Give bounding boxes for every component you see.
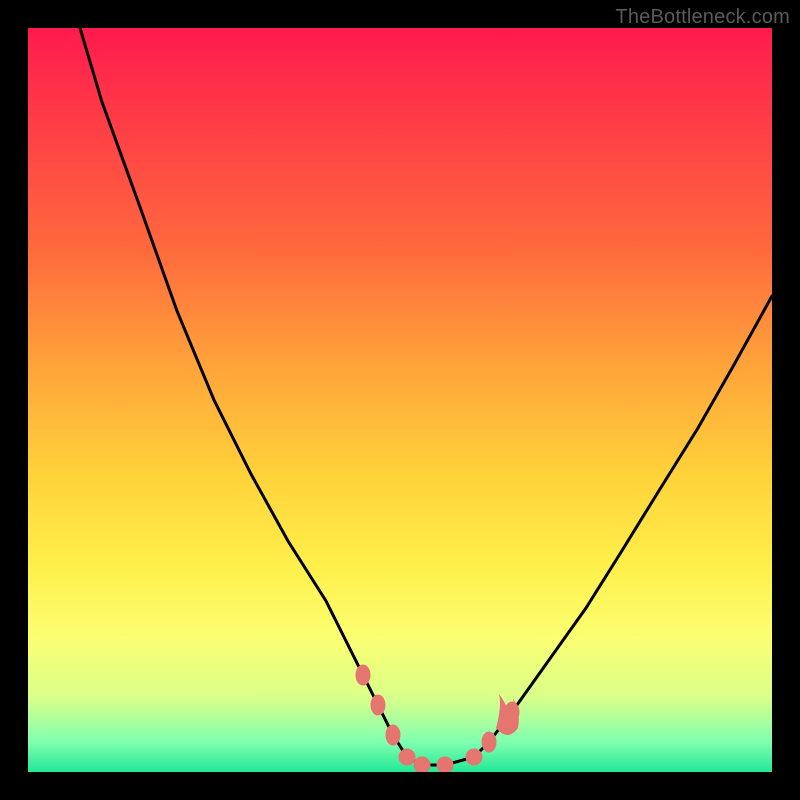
- watermark-text: TheBottleneck.com: [615, 6, 790, 29]
- pink-dot-icon: [399, 749, 415, 765]
- curve-layer: [28, 28, 772, 772]
- pink-dot-icon: [482, 732, 496, 752]
- bottleneck-curve: [80, 28, 772, 765]
- pink-dot-icon: [356, 665, 370, 685]
- gradient-plot-area: [28, 28, 772, 772]
- pink-dot-icon: [414, 757, 430, 772]
- chart-frame: TheBottleneck.com: [0, 0, 800, 800]
- pink-dot-icon: [437, 757, 453, 772]
- pink-dot-icon: [386, 725, 400, 745]
- pink-brush-icon: [496, 694, 519, 735]
- marker-group: [356, 665, 519, 772]
- pink-dot-icon: [466, 749, 482, 765]
- pink-dot-icon: [371, 695, 385, 715]
